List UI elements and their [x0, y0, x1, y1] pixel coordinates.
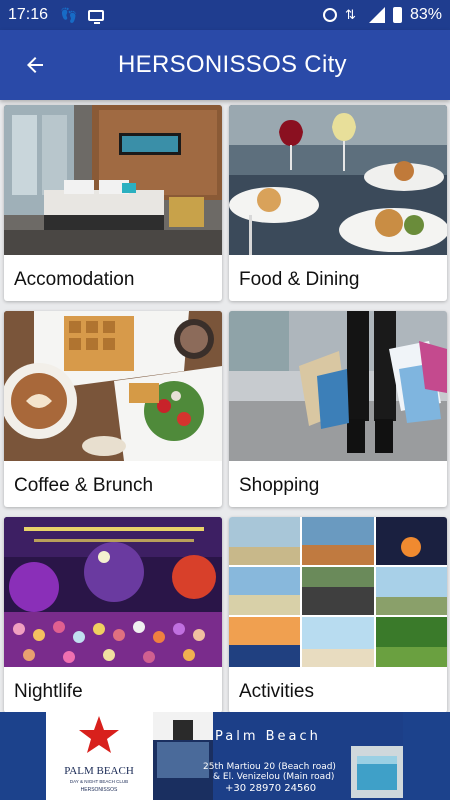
- category-label: Shopping: [239, 475, 320, 496]
- cast-monitor-icon: [88, 9, 105, 24]
- category-card-activities[interactable]: Activities: [229, 517, 447, 713]
- ad-name: Palm Beach: [215, 729, 321, 744]
- logo-sub-text: DAY & NIGHT BEACH CLUB: [70, 779, 128, 784]
- category-label: Accomodation: [14, 269, 135, 290]
- ad-pool-photo: [351, 746, 403, 798]
- food-dining-image: [229, 105, 447, 255]
- coffee-brunch-image: [4, 311, 222, 461]
- palm-beach-logo: PALM BEACH DAY & NIGHT BEACH CLUB HERSON…: [46, 712, 153, 800]
- logo-place-text: HERSONISSOS: [81, 787, 118, 793]
- ad-banner[interactable]: PALM BEACH DAY & NIGHT BEACH CLUB HERSON…: [0, 712, 450, 800]
- accomodation-image: [4, 105, 222, 255]
- star-logo-icon: PALM BEACH DAY & NIGHT BEACH CLUB HERSON…: [64, 716, 134, 793]
- ad-content: Palm Beach 25th Martiou 20 (Beach road) …: [153, 712, 403, 800]
- step-counter-icon: 👣: [60, 7, 78, 23]
- arrow-left-icon: [27, 57, 43, 73]
- ad-address-line-1: 25th Martiou 20 (Beach road): [203, 762, 336, 772]
- battery-percent: 83%: [409, 6, 442, 23]
- status-time: 17:16: [8, 6, 49, 23]
- alarm-icon: [322, 8, 337, 22]
- category-card-food-dining[interactable]: Food & Dining: [229, 105, 447, 301]
- battery-icon: [392, 7, 402, 23]
- category-label: Food & Dining: [239, 269, 360, 290]
- data-arrows-icon: ⇅: [344, 7, 356, 22]
- category-card-accomodation[interactable]: Accomodation: [4, 105, 222, 301]
- logo-title-text: PALM BEACH: [64, 765, 134, 777]
- ad-phone: +30 28970 24560: [225, 783, 317, 794]
- category-card-shopping[interactable]: Shopping: [229, 311, 447, 507]
- back-button[interactable]: [0, 30, 70, 100]
- app-bar: HERSONISSOS City: [0, 30, 450, 100]
- category-card-nightlife[interactable]: Nightlife: [4, 517, 222, 713]
- shopping-image: [229, 311, 447, 461]
- activities-image: [229, 517, 447, 667]
- signal-icon: [368, 7, 385, 23]
- category-label: Coffee & Brunch: [14, 475, 154, 496]
- page-title: HERSONISSOS City: [118, 51, 347, 78]
- ad-address-line-2: & El. Venizelou (Main road): [213, 772, 335, 782]
- category-label: Nightlife: [14, 681, 83, 702]
- category-label: Activities: [239, 681, 314, 702]
- status-bar: 17:16 👣 ⇅ 83%: [0, 0, 450, 30]
- category-card-coffee-brunch[interactable]: Coffee & Brunch: [4, 311, 222, 507]
- ad-photo: [153, 712, 213, 800]
- nightlife-image: [4, 517, 222, 667]
